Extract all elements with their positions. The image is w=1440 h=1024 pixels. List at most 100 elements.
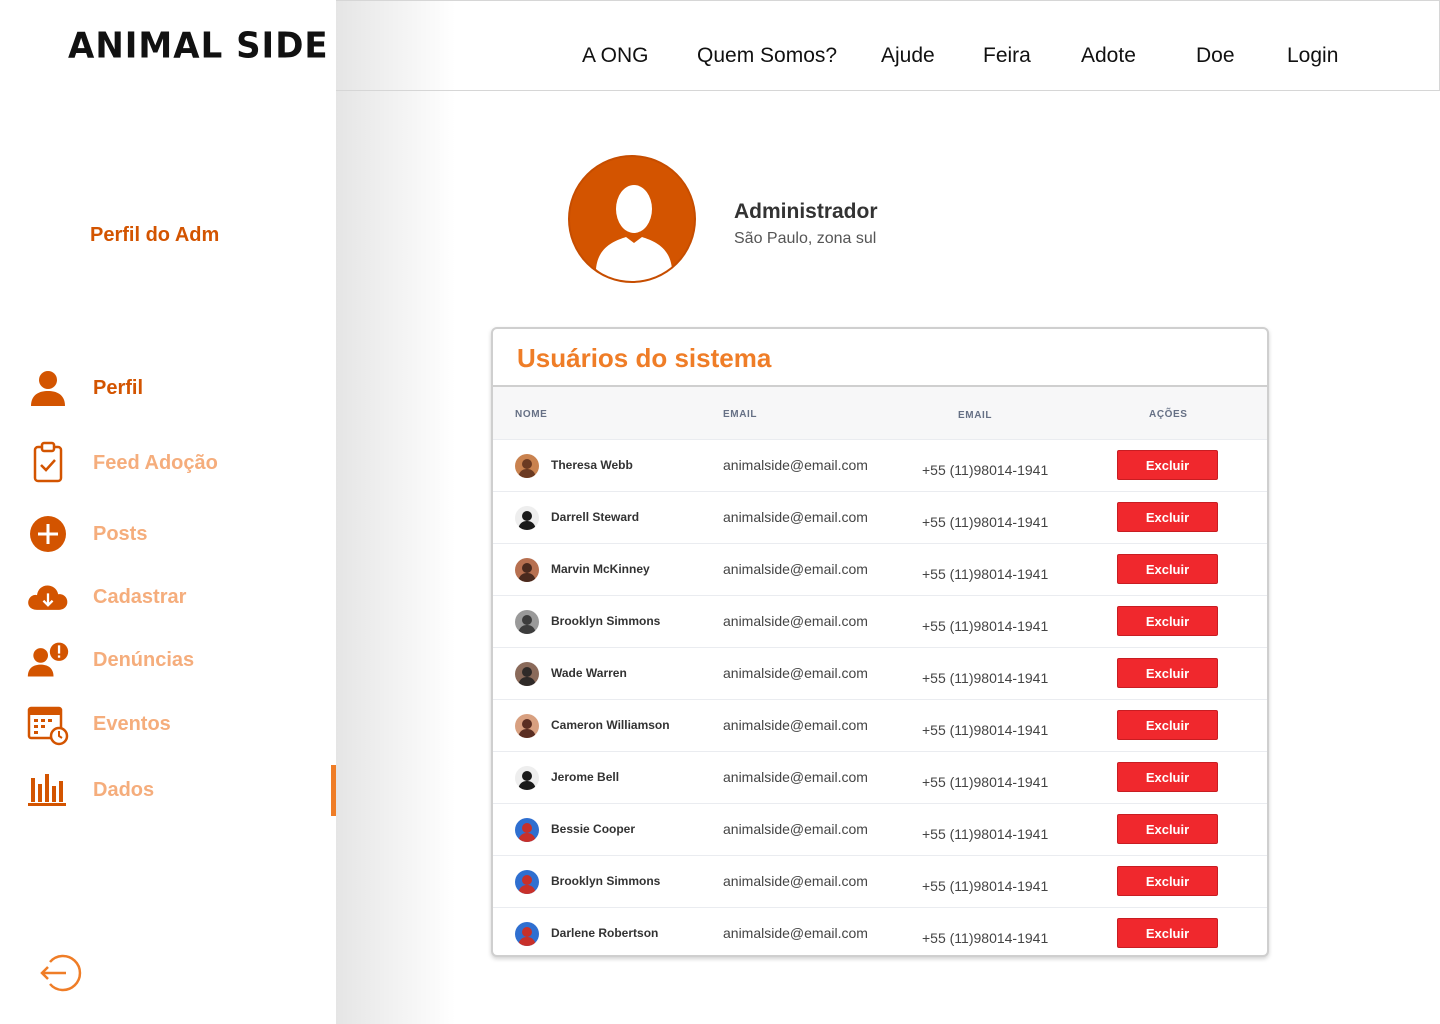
profile-avatar	[568, 155, 696, 283]
sidebar-shadow	[336, 0, 456, 1024]
table-row: Brooklyn Simmons animalside@email.com +55 …	[493, 855, 1267, 907]
user-name: Wade Warren	[551, 666, 627, 680]
profile-name: Administrador	[734, 200, 878, 223]
nav-link-feira[interactable]: Feira	[983, 44, 1031, 68]
avatar	[515, 558, 539, 582]
column-header-nome: NOME	[515, 409, 548, 420]
user-name: Jerome Bell	[551, 770, 620, 784]
table-row: Darlene Robertson animalside@email.com +55…	[493, 907, 1267, 955]
users-table-title: Usuários do sistema	[517, 343, 772, 373]
sidebar-item-dados[interactable]: Dados	[0, 764, 336, 816]
logout-icon[interactable]	[38, 952, 82, 994]
user-name: Darlene Robertson	[551, 926, 659, 940]
avatar	[515, 662, 539, 686]
user-name: Marvin McKinney	[551, 562, 650, 576]
column-header-email: EMAIL	[723, 409, 758, 420]
plus-circle-icon	[26, 512, 70, 556]
delete-user-button[interactable]: Excluir	[1117, 554, 1218, 584]
sidebar-item-denuncias[interactable]: Denúncias	[0, 634, 336, 686]
delete-user-button[interactable]: Excluir	[1117, 502, 1218, 532]
user-phone: +55 (11)98014-1941	[922, 514, 1049, 530]
avatar	[515, 818, 539, 842]
table-row: Cameron Williamson animalside@email.com +5…	[493, 699, 1267, 751]
table-row: Theresa Webb animalside@email.com +55 (11)…	[493, 439, 1267, 491]
user-email: animalside@email.com	[723, 457, 868, 473]
profile-location: São Paulo, zona sul	[734, 230, 877, 247]
users-table-card: Usuários do sistema NOME EMAIL EMAIL AÇÕ…	[491, 327, 1269, 957]
user-name: Bessie Cooper	[551, 822, 636, 836]
user-name: Brooklyn Simmons	[551, 874, 661, 888]
bar-chart-icon	[26, 768, 70, 812]
user-email: animalside@email.com	[723, 821, 868, 837]
delete-user-button[interactable]: Excluir	[1117, 606, 1218, 636]
table-row: Bessie Cooper animalside@email.com +55 (11…	[493, 803, 1267, 855]
avatar	[515, 610, 539, 634]
table-row: Wade Warren animalside@email.com +55 (11)9…	[493, 647, 1267, 699]
delete-user-button[interactable]: Excluir	[1117, 710, 1218, 740]
column-header-phone: EMAIL	[958, 410, 993, 421]
user-email: animalside@email.com	[723, 613, 868, 629]
sidebar-item-label: Denúncias	[93, 648, 195, 671]
delete-user-button[interactable]: Excluir	[1117, 762, 1218, 792]
sidebar-item-label: Feed Adoção	[93, 451, 218, 474]
delete-user-button[interactable]: Excluir	[1117, 450, 1218, 480]
user-email: animalside@email.com	[723, 873, 868, 889]
user-alert-icon	[26, 638, 70, 682]
avatar	[515, 766, 539, 790]
delete-user-button[interactable]: Excluir	[1117, 658, 1218, 688]
avatar	[515, 506, 539, 530]
user-phone: +55 (11)98014-1941	[922, 670, 1049, 686]
nav-link-adote[interactable]: Adote	[1081, 44, 1136, 68]
user-email: animalside@email.com	[723, 769, 868, 785]
delete-user-button[interactable]: Excluir	[1117, 814, 1218, 844]
user-email: animalside@email.com	[723, 717, 868, 733]
sidebar-item-feed-adocao[interactable]: Feed Adoção	[0, 437, 336, 489]
table-row: Marvin McKinney animalside@email.com +55 (…	[493, 543, 1267, 595]
user-email: animalside@email.com	[723, 925, 868, 941]
avatar	[515, 454, 539, 478]
delete-user-button[interactable]: Excluir	[1117, 866, 1218, 896]
user-phone: +55 (11)98014-1941	[922, 774, 1049, 790]
user-email: animalside@email.com	[723, 509, 868, 525]
user-phone: +55 (11)98014-1941	[922, 618, 1049, 634]
sidebar-item-label: Dados	[93, 778, 155, 801]
sidebar-item-cadastrar[interactable]: Cadastrar	[0, 571, 336, 623]
calendar-clock-icon	[26, 702, 70, 746]
user-name: Brooklyn Simmons	[551, 614, 661, 628]
nav-link-doe[interactable]: Doe	[1196, 44, 1235, 68]
table-row: Brooklyn Simmons animalside@email.com +55 …	[493, 595, 1267, 647]
user-silhouette-icon	[596, 185, 672, 281]
sidebar: ANIMAL SIDE Perfil do Adm Perfil Feed Ad…	[0, 0, 336, 1024]
nav-link-quem-somos[interactable]: Quem Somos?	[697, 44, 837, 68]
user-name: Darrell Steward	[551, 510, 640, 524]
nav-link-login[interactable]: Login	[1287, 44, 1338, 68]
user-phone: +55 (11)98014-1941	[922, 826, 1049, 842]
sidebar-item-perfil[interactable]: Perfil	[0, 362, 336, 414]
clipboard-check-icon	[26, 441, 70, 485]
user-name: Theresa Webb	[551, 458, 633, 472]
avatar	[515, 714, 539, 738]
sidebar-item-label: Eventos	[93, 712, 171, 735]
user-phone: +55 (11)98014-1941	[922, 930, 1049, 946]
user-email: animalside@email.com	[723, 561, 868, 577]
brand-logo[interactable]: ANIMAL SIDE	[68, 25, 329, 67]
user-icon	[26, 366, 70, 410]
user-email: animalside@email.com	[723, 665, 868, 681]
nav-link-a-ong[interactable]: A ONG	[582, 44, 649, 68]
delete-user-button[interactable]: Excluir	[1117, 918, 1218, 948]
cloud-download-icon	[26, 575, 70, 619]
user-phone: +55 (11)98014-1941	[922, 722, 1049, 738]
sidebar-item-posts[interactable]: Posts	[0, 508, 336, 560]
table-header: NOME EMAIL EMAIL AÇÕES	[493, 387, 1267, 439]
sidebar-item-eventos[interactable]: Eventos	[0, 698, 336, 750]
avatar	[515, 922, 539, 946]
sidebar-title: Perfil do Adm	[90, 224, 220, 246]
avatar	[515, 870, 539, 894]
column-header-acoes: AÇÕES	[1149, 409, 1188, 420]
user-phone: +55 (11)98014-1941	[922, 878, 1049, 894]
user-phone: +55 (11)98014-1941	[922, 566, 1049, 582]
sidebar-item-label: Cadastrar	[93, 585, 187, 608]
table-row: Jerome Bell animalside@email.com +55 (11)9…	[493, 751, 1267, 803]
sidebar-item-label: Posts	[93, 522, 148, 545]
nav-link-ajude[interactable]: Ajude	[881, 44, 935, 68]
